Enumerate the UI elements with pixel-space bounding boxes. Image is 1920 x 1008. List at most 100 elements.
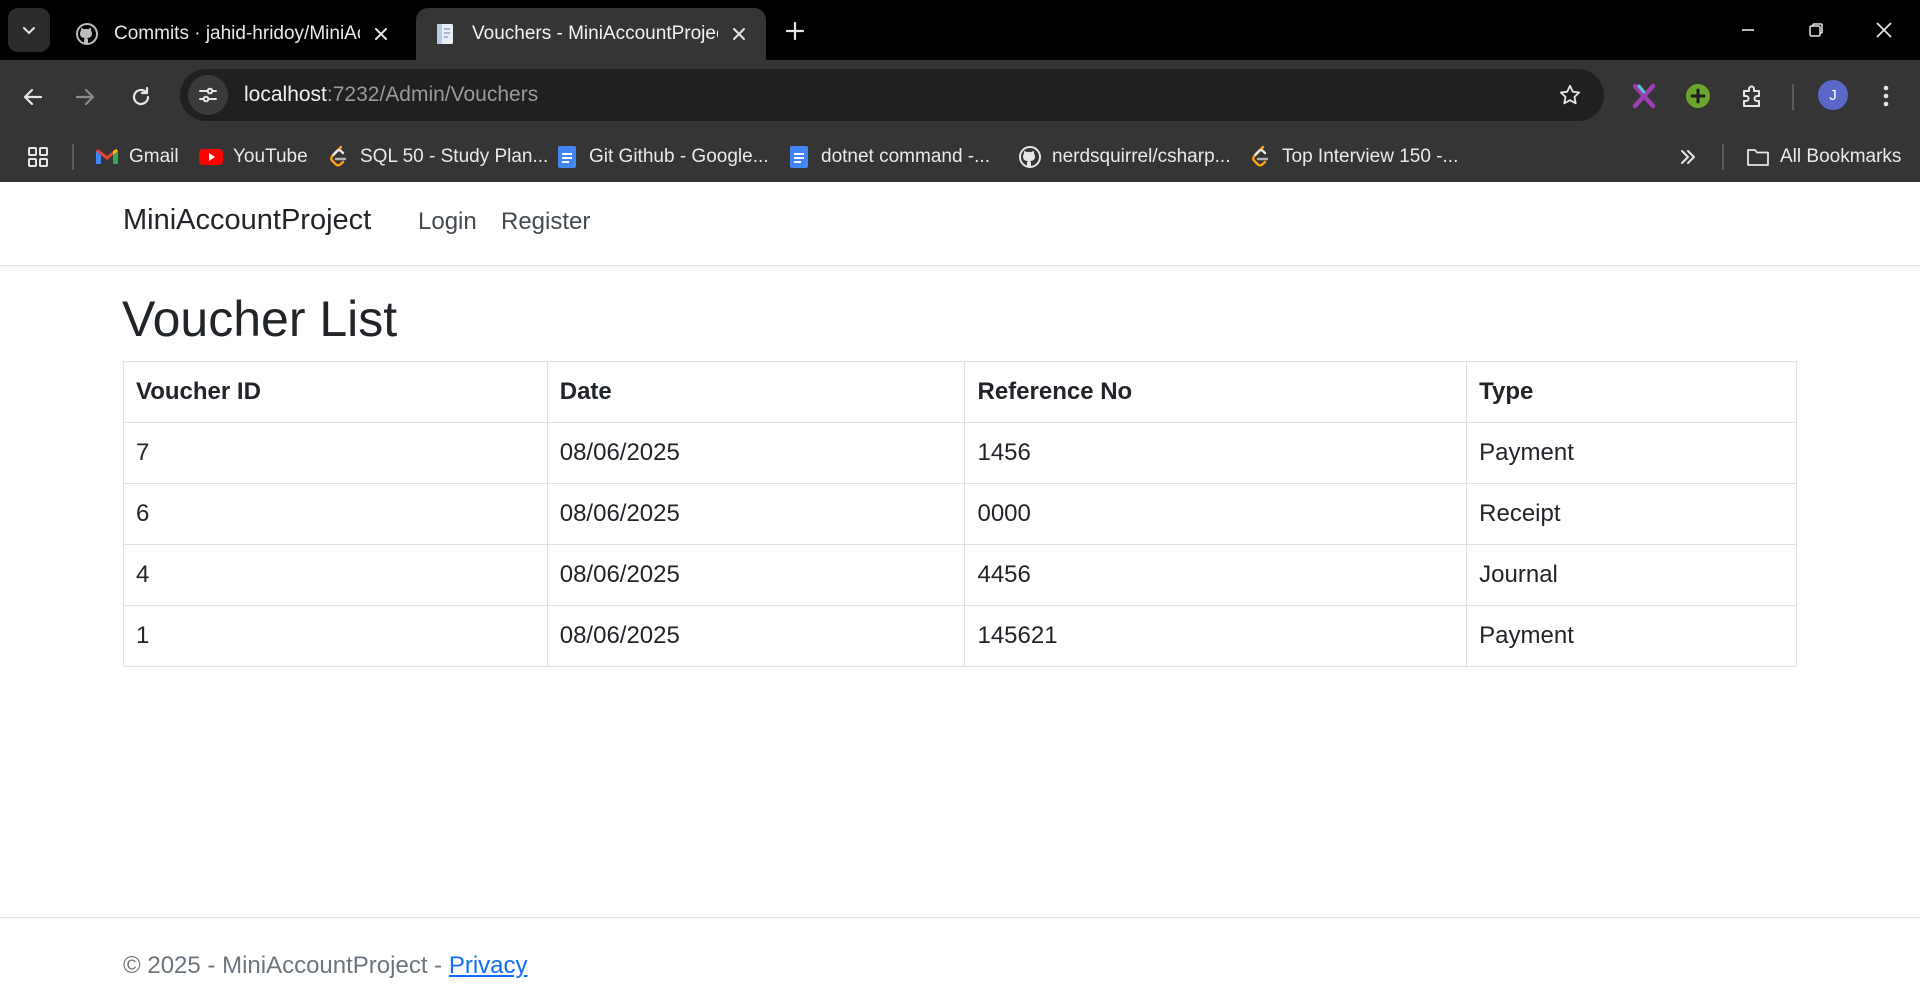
site-info-button[interactable] (188, 75, 228, 115)
window-close-button[interactable] (1858, 8, 1910, 52)
restore-icon (1809, 23, 1823, 37)
google-docs-icon (787, 145, 811, 169)
forward-button[interactable] (64, 76, 106, 118)
tab-title: Commits · jahid-hridoy/MiniAcc (114, 23, 360, 44)
table-row: 7 08/06/2025 1456 Payment (123, 422, 1797, 484)
plus-icon (785, 21, 805, 41)
profile-avatar[interactable]: J (1818, 80, 1848, 110)
extension-button[interactable] (1676, 74, 1720, 118)
extension-button[interactable] (1622, 74, 1666, 118)
tune-icon (199, 87, 217, 103)
restore-button[interactable] (1790, 8, 1842, 52)
address-bar[interactable]: localhost:7232/Admin/Vouchers (180, 69, 1604, 121)
cell-date: 08/06/2025 (546, 544, 966, 606)
nav-login-link[interactable]: Login (418, 208, 477, 236)
youtube-icon (199, 145, 223, 169)
more-vertical-icon (1883, 85, 1889, 107)
bookmark-top-interview[interactable]: Top Interview 150 -... (1248, 132, 1458, 182)
back-button[interactable] (12, 76, 54, 118)
privacy-link[interactable]: Privacy (449, 952, 528, 979)
tab-strip: Commits · jahid-hridoy/MiniAcc Vouchers … (0, 0, 1920, 60)
bookmark-gmail[interactable]: Gmail (95, 132, 179, 182)
chevron-down-icon (23, 27, 35, 35)
cell-type: Payment (1466, 605, 1797, 667)
apps-grid-icon (28, 147, 48, 167)
bookmark-nerdsquirrel[interactable]: nerdsquirrel/csharp... (1018, 132, 1230, 182)
cell-reference-no: 0000 (964, 483, 1468, 545)
github-icon (1018, 145, 1042, 169)
extensions-menu-button[interactable] (1730, 74, 1774, 118)
voucher-table: Voucher ID Date Reference No Type 7 08/0… (123, 361, 1797, 667)
close-icon[interactable] (726, 21, 752, 47)
cell-date: 08/06/2025 (546, 605, 966, 667)
cell-type: Journal (1466, 544, 1797, 606)
github-icon (74, 21, 100, 47)
browser-menu-button[interactable] (1864, 74, 1908, 118)
url-path: :7232/Admin/Vouchers (326, 83, 539, 106)
table-header-row: Voucher ID Date Reference No Type (123, 361, 1797, 423)
cell-type: Payment (1466, 422, 1797, 484)
cell-type: Receipt (1466, 483, 1797, 545)
cell-voucher-id: 1 (123, 605, 548, 667)
bookmark-label: SQL 50 - Study Plan... (360, 146, 549, 167)
star-icon (1559, 84, 1581, 105)
apps-button[interactable] (26, 132, 50, 182)
more-bookmarks-button[interactable] (1678, 132, 1698, 182)
arrow-left-icon (23, 88, 43, 106)
tab-vouchers[interactable]: Vouchers - MiniAccountProject (416, 8, 766, 60)
all-bookmarks-button[interactable]: All Bookmarks (1746, 132, 1901, 182)
url-host: localhost (244, 83, 327, 106)
tab-search-button[interactable] (8, 8, 50, 52)
arrow-right-icon (75, 88, 95, 106)
folder-icon (1746, 145, 1770, 169)
cell-voucher-id: 6 (123, 483, 548, 545)
document-icon (432, 21, 458, 47)
minimize-button[interactable] (1722, 8, 1774, 52)
bookmarks-divider (72, 144, 74, 170)
close-icon[interactable] (368, 21, 394, 47)
bookmark-youtube[interactable]: YouTube (199, 132, 308, 182)
cell-reference-no: 4456 (964, 544, 1468, 606)
close-icon (1876, 22, 1892, 38)
cell-reference-no: 1456 (964, 422, 1468, 484)
reload-button[interactable] (120, 76, 162, 118)
url-text[interactable]: localhost:7232/Admin/Vouchers (244, 83, 538, 107)
bookmark-label: Gmail (129, 146, 179, 167)
page-title: Voucher List (122, 291, 398, 347)
all-bookmarks-label: All Bookmarks (1780, 146, 1902, 167)
site-footer: © 2025 - MiniAccountProject - Privacy (0, 917, 1920, 1008)
cell-date: 08/06/2025 (546, 483, 966, 545)
nav-register-link[interactable]: Register (501, 208, 590, 236)
puzzle-icon (1743, 85, 1760, 107)
double-chevron-right-icon (1681, 150, 1695, 164)
bookmark-git-github[interactable]: Git Github - Google... (555, 132, 769, 182)
brand-link[interactable]: MiniAccountProject (123, 204, 371, 237)
leetcode-icon (326, 145, 350, 169)
bookmark-label: nerdsquirrel/csharp... (1052, 146, 1231, 167)
column-header-reference-no: Reference No (964, 361, 1468, 423)
bookmark-sql50[interactable]: SQL 50 - Study Plan... (326, 132, 548, 182)
column-header-type: Type (1466, 361, 1797, 423)
extension-x-icon (1632, 83, 1656, 109)
minimize-icon (1742, 29, 1754, 31)
gmail-icon (95, 145, 119, 169)
cell-reference-no: 145621 (964, 605, 1468, 667)
column-header-date: Date (546, 361, 966, 423)
footer-text: © 2025 - MiniAccountProject - Privacy (123, 952, 528, 980)
new-tab-button[interactable] (778, 14, 812, 48)
tab-title: Vouchers - MiniAccountProject (472, 23, 718, 44)
tab-commits[interactable]: Commits · jahid-hridoy/MiniAcc (58, 8, 408, 60)
bookmark-star-button[interactable] (1554, 79, 1586, 111)
reload-icon (132, 86, 150, 106)
browser-toolbar: localhost:7232/Admin/Vouchers J Gmail Yo… (0, 60, 1920, 182)
table-row: 1 08/06/2025 145621 Payment (123, 605, 1797, 667)
bookmark-label: dotnet command -... (821, 146, 990, 167)
cell-date: 08/06/2025 (546, 422, 966, 484)
toolbar-divider (1792, 84, 1794, 110)
bookmark-dotnet-command[interactable]: dotnet command -... (787, 132, 990, 182)
bookmark-label: Top Interview 150 -... (1282, 146, 1459, 167)
extension-plus-icon (1686, 84, 1710, 108)
site-navbar: MiniAccountProject Login Register (0, 182, 1920, 266)
bookmark-label: YouTube (233, 146, 308, 167)
cell-voucher-id: 7 (123, 422, 548, 484)
